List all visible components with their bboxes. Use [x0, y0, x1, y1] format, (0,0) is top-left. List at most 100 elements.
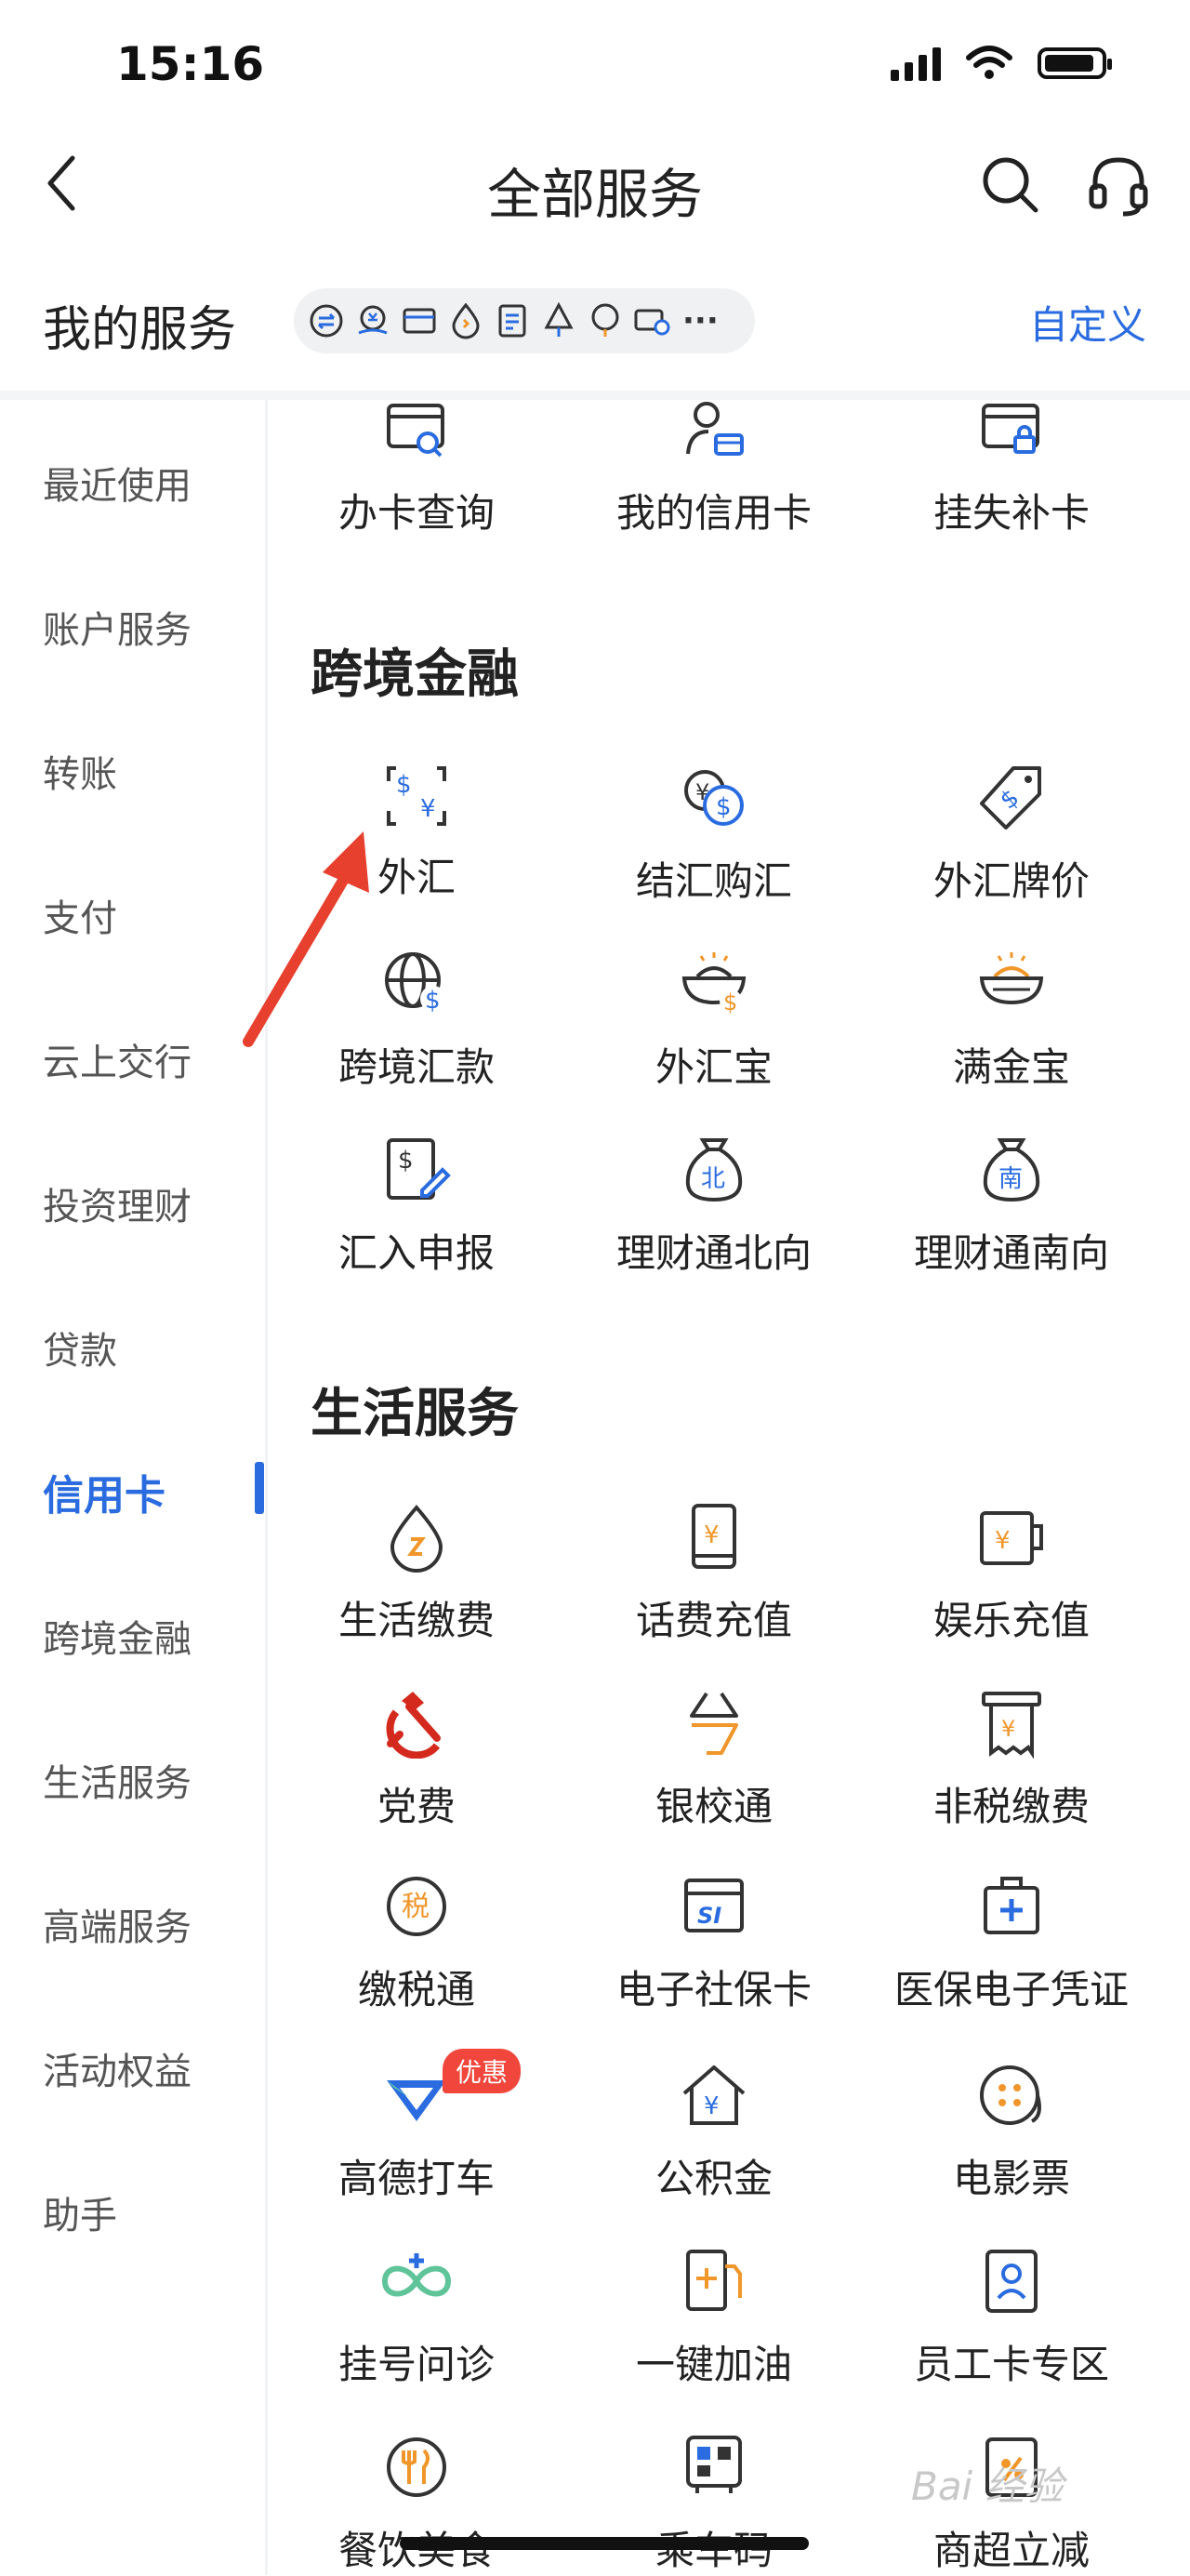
service-tax-payment[interactable]: 税 缴税通 [268, 1871, 565, 2015]
my-services-title: 我的服务 [43, 302, 237, 358]
section-title-life-services: 生活服务 [311, 1384, 519, 1444]
service-utility-payment[interactable]: 生活缴费 [268, 1502, 565, 1646]
service-wmc-northbound[interactable]: 北 理财通北向 [565, 1135, 863, 1279]
sidebar-item-investment[interactable]: 投资理财 [43, 1176, 192, 1230]
card-search-icon [387, 404, 444, 458]
film-reel-icon [980, 2065, 1041, 2125]
service-entertainment-topup[interactable]: ¥ 娱乐充值 [863, 1502, 1160, 1646]
svg-text:$: $ [396, 771, 412, 799]
service-label: 外汇宝 [654, 1044, 773, 1090]
sidebar-item-assistant[interactable]: 助手 [43, 2185, 117, 2239]
tax-glyph: 税 [402, 1891, 430, 1923]
north-glyph: 北 [701, 1165, 725, 1193]
service-label: 话费充值 [635, 1598, 792, 1643]
service-label: 结汇购汇 [635, 858, 792, 904]
my-services-quick-icons[interactable]: ··· [294, 288, 755, 353]
service-phone-topup[interactable]: ¥ 话费充值 [565, 1502, 863, 1646]
service-transit-code[interactable]: 乘车码 [565, 2432, 863, 2576]
south-glyph: 南 [998, 1165, 1023, 1193]
service-label: 办卡查询 [337, 490, 495, 536]
sidebar-item-payment[interactable]: 支付 [43, 888, 117, 942]
service-amap-taxi[interactable]: 高德打车 优惠 [268, 2049, 565, 2204]
service-label: 生活缴费 [337, 1598, 495, 1643]
service-label: 银校通 [654, 1784, 773, 1829]
bus-qr-icon [686, 2436, 742, 2493]
service-fx-rates[interactable]: $ 外汇牌价 [863, 763, 1160, 907]
watermark: Bai 经验 [911, 2463, 1064, 2509]
service-label: 挂号问诊 [337, 2342, 495, 2387]
service-label: 挂失补卡 [932, 490, 1090, 536]
house-yuan-icon: ¥ [682, 2065, 746, 2125]
service-label: 我的信用卡 [615, 490, 812, 536]
service-medical-insurance[interactable]: 医保电子凭证 [863, 1871, 1160, 2015]
service-label: 一键加油 [635, 2342, 792, 2387]
customize-link[interactable]: 自定义 [1029, 294, 1146, 351]
balloon-icon [591, 303, 619, 337]
section-title-cross-border: 跨境金融 [311, 644, 519, 705]
service-card-query[interactable]: 办卡查询 [268, 400, 565, 538]
sidebar-item-recent[interactable]: 最近使用 [43, 456, 192, 510]
globe-dollar-icon: $ [385, 952, 446, 1015]
service-label: 外汇牌价 [932, 858, 1090, 904]
service-label: 娱乐充值 [932, 1598, 1090, 1643]
service-registration[interactable]: 挂号问诊 [268, 2246, 565, 2390]
svg-text:$: $ [723, 989, 737, 1016]
card-link-icon [634, 309, 670, 336]
sidebar-item-transfer[interactable]: 转账 [43, 744, 117, 798]
service-inward-declaration[interactable]: $ 汇入申报 [268, 1135, 565, 1279]
service-movie-tickets[interactable]: 电影票 [863, 2060, 1160, 2204]
document-edit-icon: $ [387, 1138, 451, 1200]
sidebar-item-credit-card[interactable]: 信用卡 [43, 1462, 165, 1521]
service-label: 医保电子凭证 [893, 1967, 1129, 2012]
service-one-click-fuel[interactable]: 一键加油 [565, 2246, 863, 2390]
service-school-pay[interactable]: 银校通 [565, 1688, 863, 1832]
service-wmc-southbound[interactable]: 南 理财通南向 [863, 1135, 1160, 1279]
service-fx-settlement[interactable]: ¥ $ 结汇购汇 [565, 763, 863, 907]
employee-badge-icon [985, 2250, 1038, 2313]
currency-exchange-icon: $¥ [387, 766, 446, 826]
amap-taxi-icon [387, 2080, 446, 2121]
svg-text:¥: ¥ [1001, 1716, 1015, 1742]
gold-bowl-dollar-icon: $ [681, 952, 747, 1016]
service-employee-card[interactable]: 员工卡专区 [863, 2246, 1160, 2390]
service-my-credit-card[interactable]: 我的信用卡 [565, 400, 863, 538]
search-icon[interactable] [978, 153, 1043, 218]
sidebar-item-premium[interactable]: 高端服务 [43, 1897, 192, 1951]
service-label: 非税缴费 [932, 1784, 1090, 1829]
svg-text:$: $ [425, 987, 441, 1015]
service-party-dues[interactable]: 党费 [268, 1688, 565, 1832]
wifi-icon [966, 46, 1012, 79]
status-bar: 15:16 [0, 0, 1190, 121]
card-icon [403, 308, 436, 334]
social-security-card-icon: SI [684, 1879, 744, 1932]
header-divider [0, 391, 1190, 400]
my-services-bar: 我的服务 ··· 自定义 [0, 260, 1190, 381]
service-social-security-card[interactable]: SI 电子社保卡 [565, 1871, 863, 2015]
tax-coin-icon: 税 [387, 1877, 446, 1936]
service-gold-treasure[interactable]: 满金宝 [863, 949, 1160, 1093]
service-label: 满金宝 [952, 1044, 1070, 1090]
service-fx-treasure[interactable]: $ 外汇宝 [565, 949, 863, 1093]
gold-bowl-icon [979, 952, 1044, 1005]
sidebar-item-activities[interactable]: 活动权益 [43, 2041, 192, 2095]
service-label: 缴税通 [357, 1967, 475, 2012]
sidebar-item-cross-border[interactable]: 跨境金融 [43, 1609, 192, 1663]
service-non-tax-payment[interactable]: ¥ 非税缴费 [863, 1688, 1160, 1832]
svg-text:$: $ [398, 1147, 414, 1175]
sidebar-item-account[interactable]: 账户服务 [43, 600, 192, 654]
customer-service-icon[interactable] [1086, 153, 1151, 218]
status-time: 15:16 [116, 37, 265, 91]
transfer-icon [310, 304, 343, 338]
sidebar-item-life-services[interactable]: 生活服务 [43, 1753, 192, 1807]
service-label: 理财通南向 [913, 1230, 1109, 1276]
svg-text:$: $ [995, 784, 1025, 816]
sidebar-item-loan[interactable]: 贷款 [43, 1321, 117, 1374]
service-dining[interactable]: 餐饮美食 [268, 2432, 565, 2576]
service-label: 电子社保卡 [615, 1967, 812, 2012]
battery-icon [1038, 47, 1112, 79]
category-sidebar: 最近使用 账户服务 转账 支付 云上交行 投资理财 贷款 信用卡 跨境金融 生活… [0, 400, 268, 2575]
sidebar-item-cloud-bank[interactable]: 云上交行 [43, 1032, 192, 1086]
service-report-lost[interactable]: 挂失补卡 [863, 400, 1160, 538]
service-housing-fund[interactable]: ¥ 公积金 [565, 2060, 863, 2204]
service-label: 理财通北向 [615, 1230, 812, 1276]
